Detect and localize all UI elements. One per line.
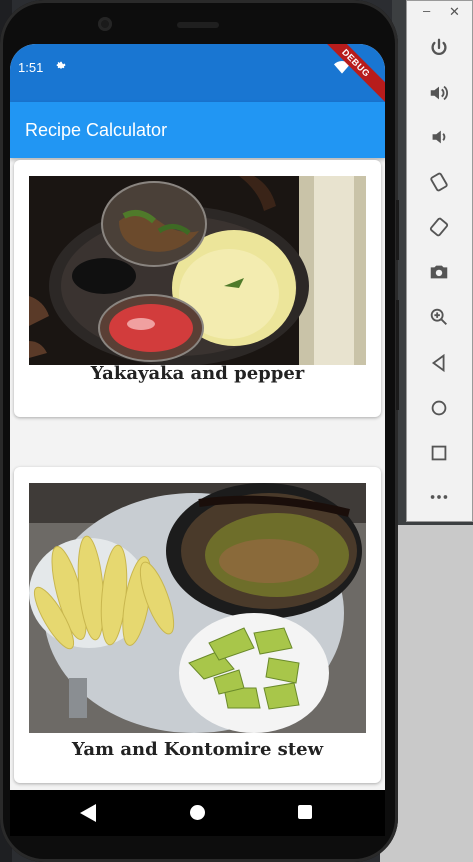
- power-icon[interactable]: [425, 34, 453, 62]
- emulator-window-controls: – ✕: [407, 3, 472, 21]
- app-title: Recipe Calculator: [25, 120, 168, 140]
- app-bar: Recipe Calculator: [10, 102, 385, 158]
- phone-side-button: [396, 200, 399, 260]
- recipe-title: Yakayaka and pepper: [90, 363, 305, 384]
- rotate-left-icon[interactable]: [425, 168, 453, 196]
- status-time: 1:51: [18, 60, 44, 75]
- volume-up-icon[interactable]: [425, 79, 453, 107]
- emulator-toolbar: – ✕: [406, 0, 473, 522]
- phone-screen: 1:51 DEBUG Recipe Calculator Yakayaka an…: [10, 44, 385, 834]
- recipe-card[interactable]: Yakayaka and pepper: [14, 160, 381, 417]
- status-bar: 1:51 DEBUG: [10, 44, 385, 107]
- back-icon[interactable]: [425, 349, 453, 377]
- camera-icon[interactable]: [425, 258, 453, 286]
- phone-volume-button: [396, 300, 399, 410]
- debug-banner: DEBUG: [312, 44, 385, 107]
- nav-home-icon[interactable]: [190, 805, 205, 820]
- front-camera: [98, 17, 112, 31]
- volume-down-icon[interactable]: [425, 123, 453, 151]
- nav-back-icon[interactable]: [80, 804, 96, 822]
- recipe-card[interactable]: Yam and Kontomire stew: [14, 467, 381, 783]
- settings-icon: [56, 61, 67, 69]
- recipe-image: [29, 176, 366, 365]
- minimize-icon[interactable]: –: [423, 3, 430, 18]
- zoom-icon[interactable]: [425, 303, 453, 331]
- close-icon[interactable]: ✕: [449, 4, 460, 20]
- home-icon[interactable]: [425, 394, 453, 422]
- overview-icon[interactable]: [425, 439, 453, 467]
- speaker-slot: [177, 22, 219, 28]
- nav-recent-apps-icon[interactable]: [298, 805, 312, 819]
- rotate-right-icon[interactable]: [425, 213, 453, 241]
- recipe-image: [29, 483, 366, 733]
- recipe-list[interactable]: Yakayaka and pepper Yam and Kontomire st…: [10, 158, 385, 834]
- more-icon[interactable]: [425, 483, 453, 511]
- system-nav-bar: [10, 790, 385, 836]
- recipe-title: Yam and Kontomire stew: [71, 739, 324, 760]
